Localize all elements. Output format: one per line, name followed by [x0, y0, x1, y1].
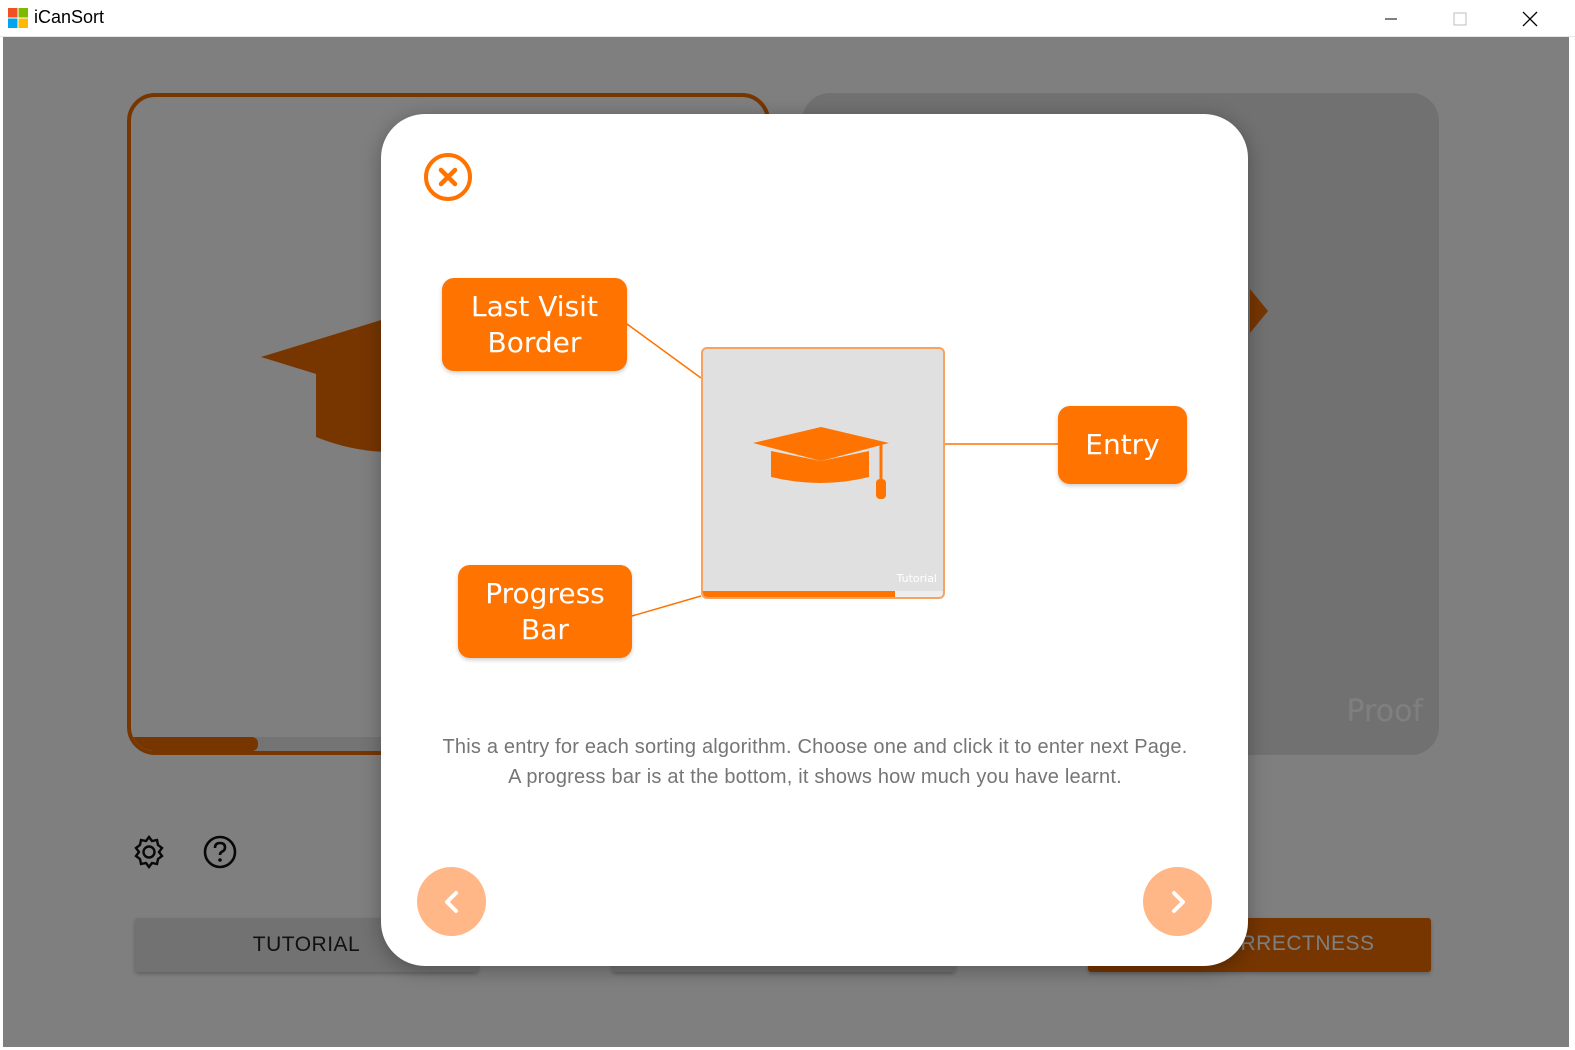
window-title: iCanSort: [34, 7, 105, 27]
app-logo-icon: [8, 8, 28, 28]
entry-preview-label: Tutorial: [896, 572, 937, 585]
callout-progress-bar: Progress Bar: [458, 565, 632, 658]
callout-last-visit-border-label: Last Visit Border: [471, 289, 598, 359]
minimize-icon: [1385, 18, 1397, 19]
tutorial-modal: Last Visit Border Progress Bar Entry Tut…: [381, 114, 1248, 966]
tutorial-description: This a entry for each sorting algorithm.…: [442, 736, 1188, 788]
window-close-button[interactable]: [1502, 0, 1558, 37]
close-icon[interactable]: [423, 152, 473, 202]
callout-progress-bar-label: Progress Bar: [485, 576, 605, 646]
previous-page-button[interactable]: [417, 867, 486, 936]
window-close-icon: [1522, 11, 1538, 26]
entry-preview-progress-fill: [703, 591, 895, 597]
minimize-button[interactable]: [1363, 0, 1419, 37]
window-titlebar: iCanSort: [0, 0, 1575, 37]
callout-last-visit-border: Last Visit Border: [442, 278, 627, 371]
maximize-button[interactable]: [1432, 0, 1488, 37]
graduation-cap-icon: [753, 427, 889, 499]
maximize-icon: [1453, 12, 1467, 25]
chevron-right-icon: [1171, 890, 1185, 913]
entry-preview-progress-track: [703, 591, 943, 597]
entry-preview: Tutorial: [701, 347, 945, 599]
callout-entry: Entry: [1058, 406, 1187, 484]
callout-entry-label: Entry: [1085, 428, 1160, 461]
chevron-left-icon: [444, 890, 458, 913]
next-page-button[interactable]: [1143, 867, 1212, 936]
